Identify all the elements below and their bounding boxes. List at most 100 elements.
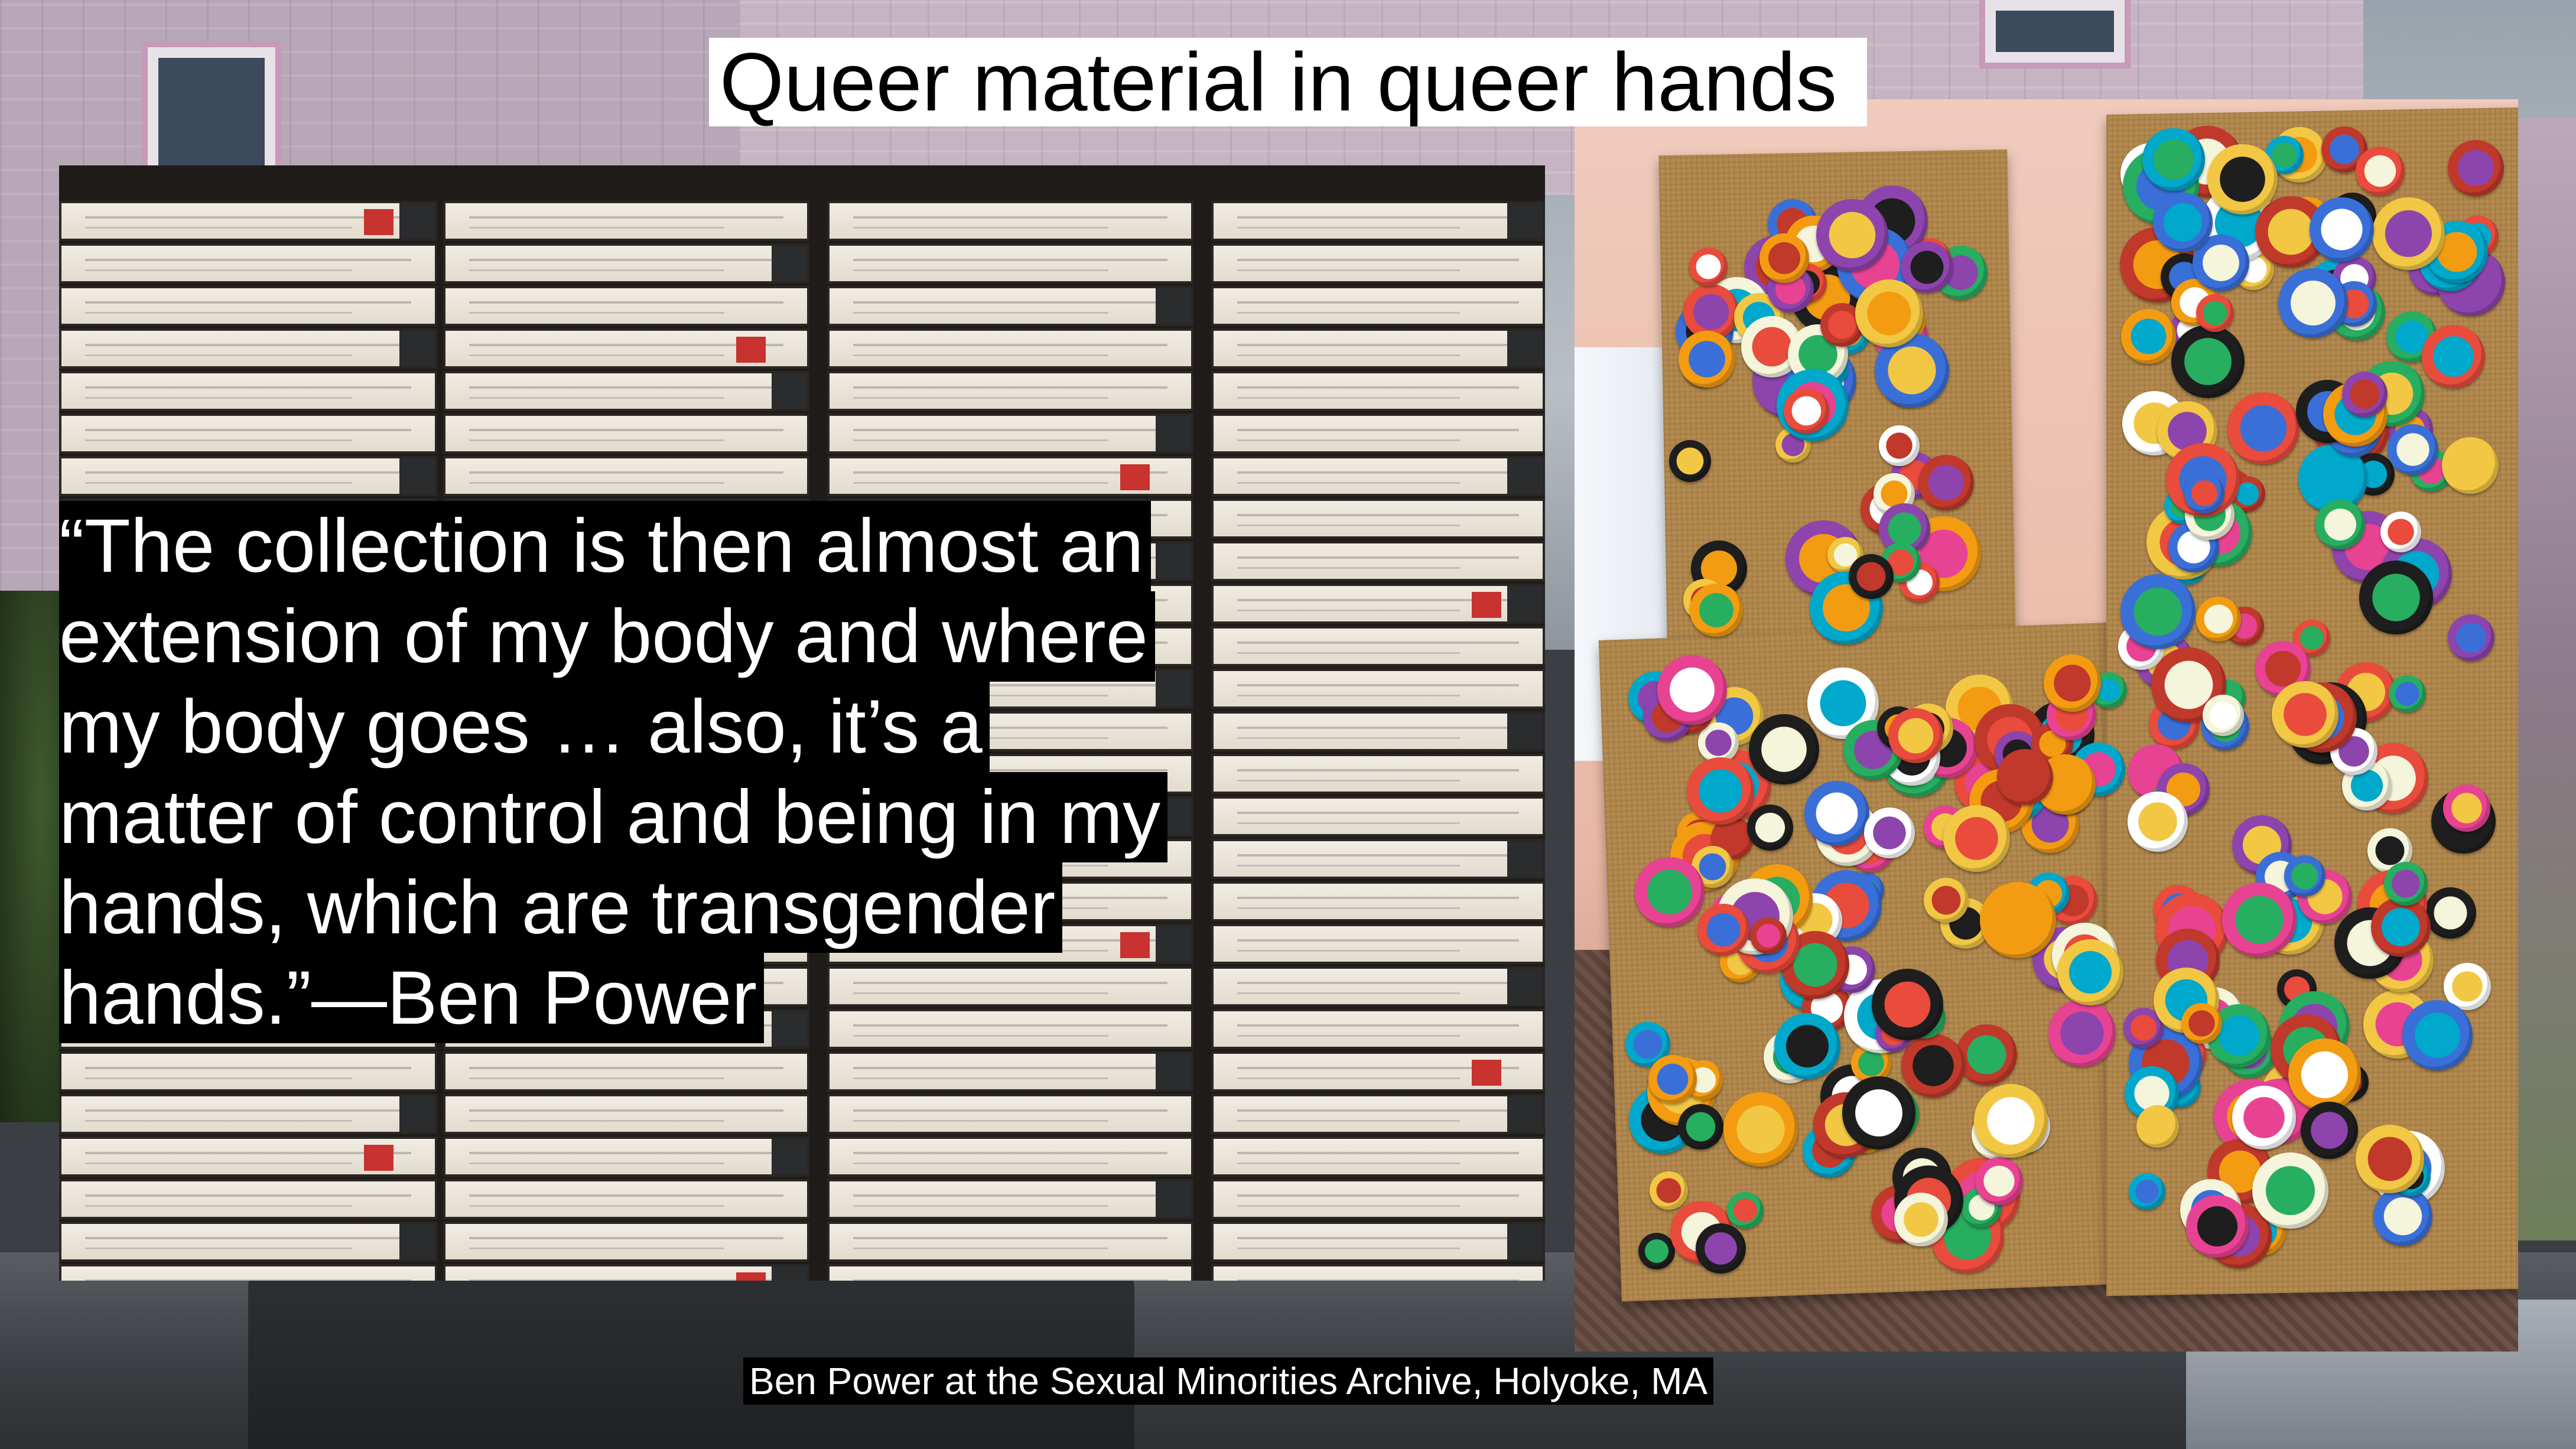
pin-button <box>1687 757 1755 825</box>
pin-button <box>1879 425 1920 466</box>
cassette-tape <box>1211 286 1545 326</box>
cassette-tape <box>443 1137 809 1177</box>
cassette-tape <box>1211 456 1545 496</box>
pin-button <box>1723 1092 1798 1167</box>
cassette-tape <box>1211 1051 1545 1092</box>
cassette-tape <box>59 1264 437 1281</box>
pin-button <box>1973 1083 2048 1158</box>
quote-line: my body goes … also, it’s a <box>59 682 990 772</box>
quote-line: hands.”—Ben Power <box>59 953 765 1043</box>
pin-button <box>1980 881 2057 958</box>
pin-button <box>2341 371 2388 417</box>
pin-button <box>1997 748 2054 805</box>
pin-button <box>2387 424 2438 476</box>
pin-button <box>1649 1171 1688 1210</box>
cassette-tape <box>827 1264 1193 1281</box>
cassette-tape <box>1211 966 1545 1007</box>
cassette-tape <box>1211 626 1545 666</box>
pin-button <box>1943 805 2010 872</box>
pin-button <box>1697 903 1750 956</box>
pin-button <box>1804 780 1869 846</box>
pin-button <box>2271 681 2338 748</box>
cassette-tape <box>1211 1094 1545 1134</box>
pin-button <box>2136 1105 2179 1148</box>
cassette-tape <box>59 328 437 369</box>
pin-button <box>2356 1124 2425 1193</box>
quote-line: hands, which are transgender <box>59 862 1063 953</box>
photo-caption: Ben Power at the Sexual Minorities Archi… <box>743 1357 1714 1405</box>
pin-button <box>2227 392 2300 464</box>
pin-button <box>1956 1024 2018 1086</box>
pin-button <box>1848 553 1894 599</box>
cassette-tape <box>1211 669 1545 709</box>
cassette-tape <box>59 201 437 241</box>
pin-button <box>2310 197 2375 262</box>
cassette-tape <box>59 286 437 326</box>
cassette-tape <box>59 1094 437 1134</box>
cassette-tape <box>827 1051 1193 1092</box>
car <box>248 1252 1134 1449</box>
pin-button <box>2300 1102 2358 1160</box>
quote-line: matter of control and being in my <box>59 772 1168 862</box>
pin-button <box>1634 857 1705 927</box>
pin-button <box>1695 1223 1746 1274</box>
cassette-tape <box>443 1264 809 1281</box>
cassette-tape <box>827 1179 1193 1219</box>
cassette-tape <box>827 1137 1193 1177</box>
cassette-tape <box>59 371 437 411</box>
pin-button <box>2278 268 2349 338</box>
pin-buttons-photo <box>1575 99 2518 1352</box>
pin-button <box>1863 807 1915 859</box>
pin-button <box>2142 128 2206 191</box>
cassette-tape <box>1211 1179 1545 1219</box>
pin-button <box>2252 1152 2328 1229</box>
cassette-tape <box>827 243 1193 284</box>
cassette-tape <box>443 456 809 496</box>
slide-title: Queer material in queer hands <box>709 38 1867 126</box>
cassette-tape <box>1211 243 1545 284</box>
pin-button <box>2284 855 2326 897</box>
pin-button <box>2443 784 2491 832</box>
cassette-tape <box>827 413 1193 454</box>
pin-button <box>1648 1054 1697 1103</box>
pin-button <box>1871 969 1943 1041</box>
pin-button <box>1679 330 1736 388</box>
cassette-tape <box>443 201 809 241</box>
pin-button <box>2222 882 2297 957</box>
cassette-tape <box>59 456 437 496</box>
cassette-tape <box>443 1094 809 1134</box>
cassette-tape <box>59 1179 437 1219</box>
cassette-tape <box>827 371 1193 411</box>
pin-button <box>2120 574 2196 650</box>
pin-button <box>2203 695 2245 737</box>
cassette-tape <box>1211 328 1545 369</box>
pin-button <box>1901 1034 1965 1098</box>
pin-button <box>1855 279 1923 347</box>
cassette-tape <box>1211 881 1545 922</box>
cassette-tape <box>827 201 1193 241</box>
pin-button <box>2043 655 2101 712</box>
pin-button <box>1690 584 1744 637</box>
pin-button <box>2186 1194 2249 1258</box>
pin-button <box>2171 324 2245 398</box>
pin-button <box>2057 939 2123 1005</box>
pin-button <box>1759 233 1809 284</box>
pin-button <box>2196 596 2241 642</box>
pin-button <box>2421 325 2485 389</box>
cassette-tape <box>59 413 437 454</box>
pin-button <box>2371 897 2431 958</box>
quote-line: “The collection is then almost an <box>59 501 1151 591</box>
tape-stack <box>1211 165 1545 1281</box>
pin-button <box>1747 805 1794 851</box>
cassette-tape <box>827 456 1193 496</box>
cassette-tape <box>443 413 809 454</box>
cassette-tape <box>59 1222 437 1262</box>
pin-button <box>2355 146 2405 196</box>
house-edge-right <box>2517 118 2576 1240</box>
pin-button <box>1784 388 1830 434</box>
pin-button <box>2232 1086 2297 1150</box>
cassette-tape <box>1211 413 1545 454</box>
pin-button <box>1689 247 1728 286</box>
pin-button <box>2425 887 2477 939</box>
pin-button <box>1727 1191 1764 1229</box>
